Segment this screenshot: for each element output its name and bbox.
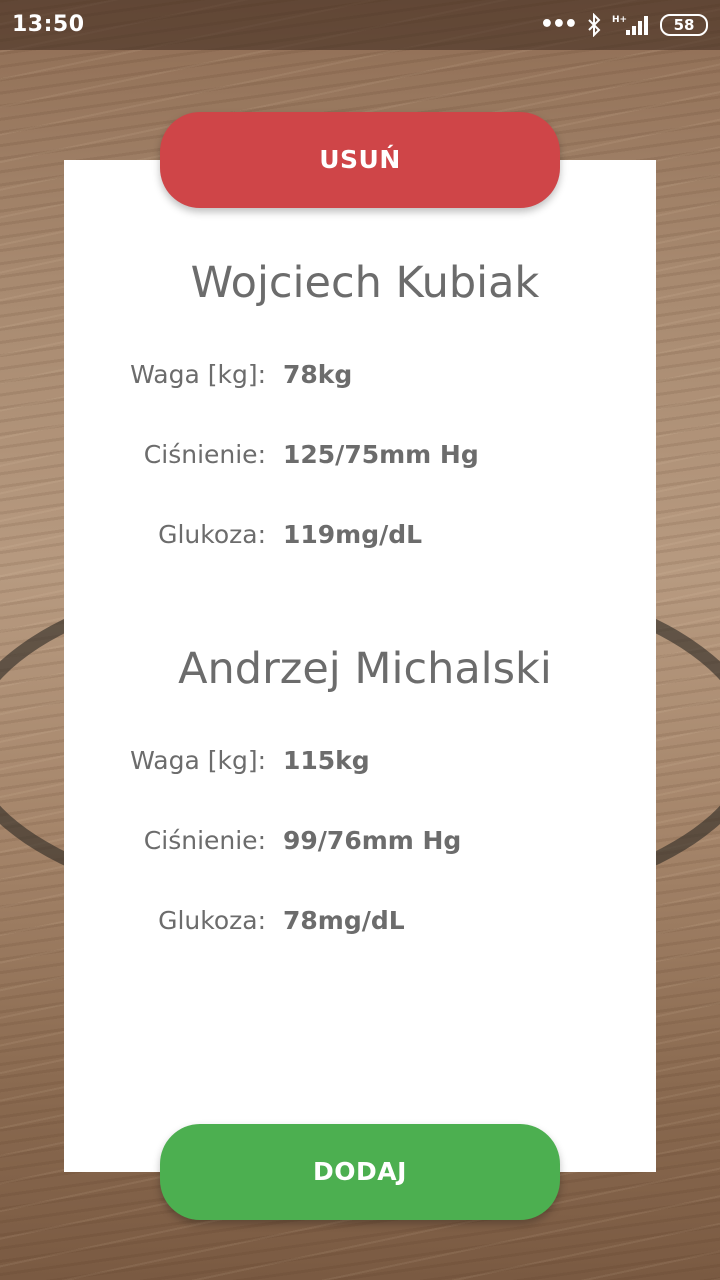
pressure-value: 99/76mm Hg: [283, 826, 462, 855]
pressure-row: Ciśnienie: 99/76mm Hg: [64, 826, 656, 866]
patients-card: Wojciech Kubiak Waga [kg]: 78kg Ciśnieni…: [64, 160, 656, 1172]
weight-value: 115kg: [283, 746, 370, 775]
weight-row: Waga [kg]: 78kg: [64, 360, 656, 400]
glucose-label: Glukoza:: [158, 520, 266, 549]
pressure-value: 125/75mm Hg: [283, 440, 479, 469]
weight-label: Waga [kg]:: [130, 746, 266, 775]
signal-icon: H+: [612, 15, 648, 35]
network-type-label: H+: [612, 15, 627, 25]
glucose-value: 119mg/dL: [283, 520, 423, 549]
more-dots-icon: •••: [539, 12, 578, 37]
status-time: 13:50: [12, 12, 85, 37]
delete-button[interactable]: USUŃ: [160, 112, 560, 208]
weight-row: Waga [kg]: 115kg: [64, 746, 656, 786]
patient-name: Andrzej Michalski: [178, 644, 552, 694]
glucose-row: Glukoza: 119mg/dL: [64, 520, 656, 560]
battery-level: 58: [673, 16, 695, 34]
pressure-label: Ciśnienie:: [143, 440, 266, 469]
weight-value: 78kg: [283, 360, 353, 389]
add-button[interactable]: DODAJ: [160, 1124, 560, 1220]
pressure-row: Ciśnienie: 125/75mm Hg: [64, 440, 656, 480]
pressure-label: Ciśnienie:: [143, 826, 266, 855]
glucose-value: 78mg/dL: [283, 906, 405, 935]
glucose-label: Glukoza:: [158, 906, 266, 935]
bluetooth-icon: [588, 13, 601, 37]
app-screen: 13:50 ••• H+ 58 Wojciech Kubiak Waga [kg…: [0, 0, 720, 1280]
patient-name: Wojciech Kubiak: [190, 258, 540, 308]
weight-label: Waga [kg]:: [130, 360, 266, 389]
glucose-row: Glukoza: 78mg/dL: [64, 906, 656, 946]
status-icons: ••• H+ 58: [540, 11, 708, 39]
battery-icon: 58: [660, 14, 708, 36]
status-bar: 13:50 ••• H+ 58: [0, 0, 720, 50]
